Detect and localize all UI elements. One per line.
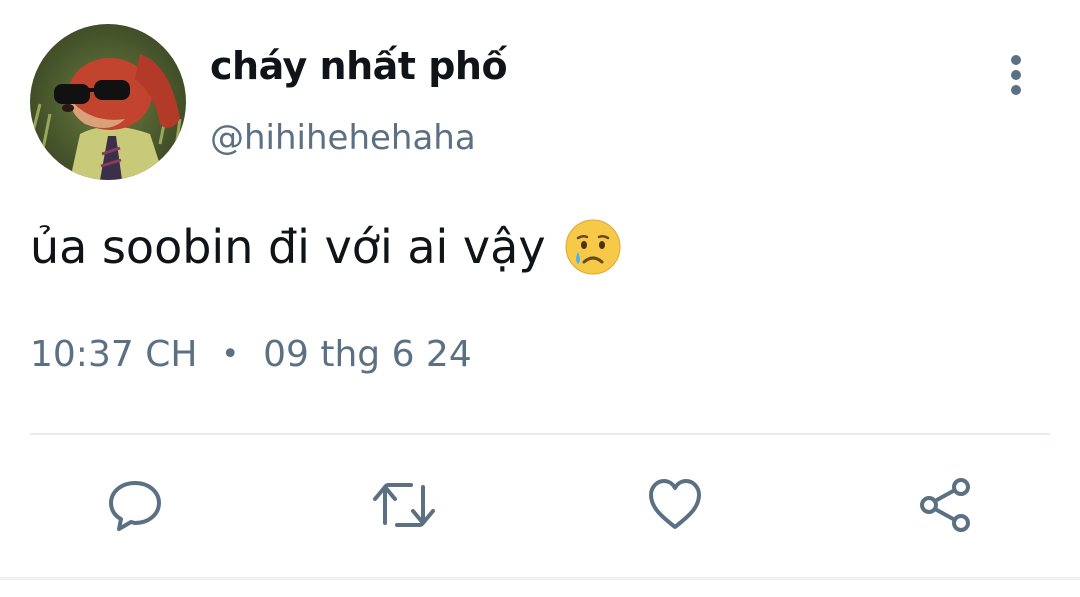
divider	[30, 433, 1050, 435]
heart-icon	[649, 479, 701, 529]
tweet-card: cháy nhất phố @hihihehehaha ủa soobin đi…	[0, 0, 1080, 597]
avatar[interactable]	[30, 24, 186, 180]
retweet-button[interactable]	[369, 470, 439, 540]
vertical-dots-icon	[1011, 55, 1021, 95]
share-icon	[920, 478, 970, 532]
comment-icon	[109, 481, 161, 531]
more-options-button[interactable]	[996, 50, 1036, 102]
tweet-text: ủa soobin đi với ai vậy	[30, 218, 622, 276]
like-button[interactable]	[640, 470, 710, 540]
bottom-divider	[0, 577, 1080, 580]
tweet-date[interactable]: 09 thg 6 24	[263, 334, 472, 375]
author-handle[interactable]: @hihihehehaha	[210, 118, 476, 158]
fox-avatar-image	[30, 24, 186, 180]
tweet-text-content: ủa soobin đi với ai vậy	[30, 220, 546, 274]
author-display-name[interactable]: cháy nhất phố	[210, 44, 508, 88]
retweet-icon	[373, 483, 435, 527]
share-button[interactable]	[910, 470, 980, 540]
tweet-time[interactable]: 10:37 CH	[30, 334, 197, 375]
tweet-timestamp: 10:37 CH • 09 thg 6 24	[30, 334, 472, 375]
reply-button[interactable]	[100, 470, 170, 540]
meta-separator: •	[221, 337, 240, 372]
crying-face-emoji-icon	[564, 218, 622, 276]
